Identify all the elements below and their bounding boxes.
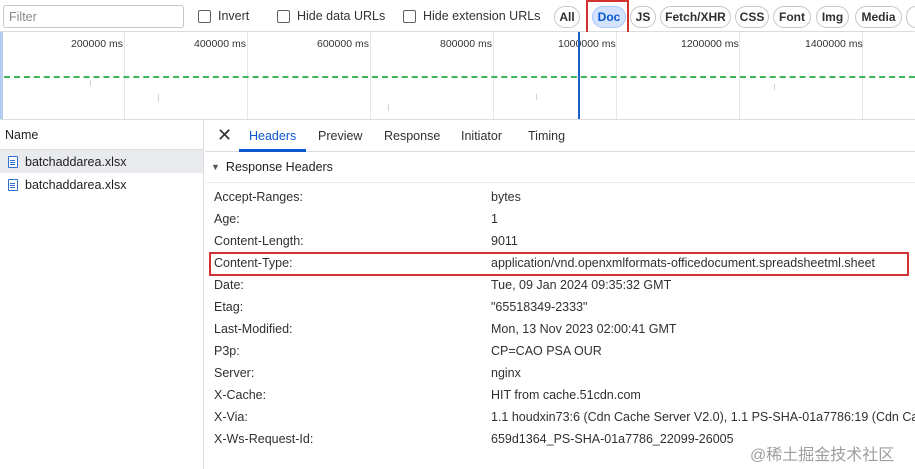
timeline-current-marker <box>578 32 580 119</box>
header-row: X-Cache: HIT from cache.51cdn.com <box>205 384 915 406</box>
timeline-activity-mark <box>388 104 389 111</box>
header-row: X-Via: 1.1 houdxin73:6 (Cdn Cache Server… <box>205 406 915 428</box>
header-name: Accept-Ranges: <box>214 190 303 204</box>
header-name: X-Ws-Request-Id: <box>214 432 314 446</box>
tab-response[interactable]: Response <box>384 129 440 143</box>
active-tab-indicator <box>239 149 306 152</box>
header-name: Last-Modified: <box>214 322 293 336</box>
header-row: Last-Modified: Mon, 13 Nov 2023 02:00:41… <box>205 318 915 340</box>
timeline-tick: 200000 ms <box>71 38 123 50</box>
header-name: P3p: <box>214 344 240 358</box>
filter-css-button[interactable]: CSS <box>735 6 769 28</box>
header-name: X-Cache: <box>214 388 267 402</box>
header-row: Accept-Ranges: bytes <box>205 186 915 208</box>
filter-input[interactable] <box>3 5 184 28</box>
tab-preview[interactable]: Preview <box>318 129 362 143</box>
request-name: batchaddarea.xlsx <box>25 177 127 192</box>
invert-checkbox[interactable]: Invert <box>198 8 249 24</box>
network-overview-timeline[interactable]: 200000 ms 400000 ms 600000 ms 800000 ms … <box>0 32 915 120</box>
timeline-activity-mark <box>536 94 537 100</box>
hide-data-urls-checkbox-box[interactable] <box>277 9 290 23</box>
header-name: Content-Length: <box>214 234 304 248</box>
header-row: Etag: "65518349-2333" <box>205 296 915 318</box>
watermark: @稀土掘金技术社区 <box>750 447 895 464</box>
detail-tab-bar: ✕ Headers Preview Response Initiator Tim… <box>205 120 915 152</box>
header-value: "65518349-2333" <box>491 300 588 314</box>
header-row: Date: Tue, 09 Jan 2024 09:35:32 GMT <box>205 274 915 296</box>
header-value: 659d1364_PS-SHA-01a7786_22099-26005 <box>491 432 734 446</box>
request-name: batchaddarea.xlsx <box>25 154 127 169</box>
tab-initiator[interactable]: Initiator <box>461 129 502 143</box>
overview-left-handle[interactable] <box>0 32 3 119</box>
header-name: Date: <box>214 278 244 292</box>
header-name: Server: <box>214 366 255 380</box>
section-title: Response Headers <box>225 160 333 174</box>
header-row: P3p: CP=CAO PSA OUR <box>205 340 915 362</box>
hide-extension-urls-label: Hide extension URLs <box>423 9 541 23</box>
response-headers-section-toggle[interactable]: ▼ Response Headers <box>205 152 915 183</box>
header-value: HIT from cache.51cdn.com <box>491 388 641 402</box>
timeline-activity-mark <box>158 94 159 102</box>
timeline-tick: 1200000 ms <box>681 38 739 50</box>
tab-headers[interactable]: Headers <box>249 129 296 143</box>
filter-js-button[interactable]: JS <box>630 6 656 28</box>
content-type-highlight-box <box>209 252 909 276</box>
header-value: 9011 <box>491 234 518 248</box>
triangle-down-icon: ▼ <box>211 162 220 172</box>
header-name: Age: <box>214 212 240 226</box>
close-icon[interactable]: ✕ <box>217 125 232 146</box>
invert-checkbox-box[interactable] <box>198 9 211 23</box>
header-row: Age: 1 <box>205 208 915 230</box>
filter-all-button[interactable]: All <box>554 6 580 28</box>
timeline-tick: 600000 ms <box>317 38 369 50</box>
timeline-dom-content-line <box>4 76 915 78</box>
hide-extension-urls-checkbox-box[interactable] <box>403 9 416 23</box>
header-value: CP=CAO PSA OUR <box>491 344 602 358</box>
timeline-tick: 800000 ms <box>440 38 492 50</box>
filter-font-button[interactable]: Font <box>773 6 811 28</box>
request-row[interactable]: batchaddarea.xlsx <box>0 150 203 173</box>
header-value: 1 <box>491 212 498 226</box>
header-value: nginx <box>491 366 521 380</box>
header-value: bytes <box>491 190 521 204</box>
header-value: Tue, 09 Jan 2024 09:35:32 GMT <box>491 278 672 292</box>
request-row[interactable]: batchaddarea.xlsx <box>0 173 203 196</box>
header-row: Server: nginx <box>205 362 915 384</box>
timeline-activity-mark <box>774 84 775 90</box>
network-filter-bar: Invert Hide data URLs Hide extension URL… <box>0 0 915 44</box>
invert-label: Invert <box>218 9 250 23</box>
timeline-activity-mark <box>90 80 91 86</box>
filter-fetch-xhr-button[interactable]: Fetch/XHR <box>660 6 731 28</box>
name-column-header[interactable]: Name <box>0 120 203 150</box>
header-name: Etag: <box>214 300 244 314</box>
hide-data-urls-label: Hide data URLs <box>297 9 386 23</box>
header-name: X-Via: <box>214 410 248 424</box>
request-list: Name batchaddarea.xlsx batchaddarea.xlsx <box>0 120 204 469</box>
document-icon <box>8 155 18 168</box>
timeline-tick: 1400000 ms <box>805 38 863 50</box>
filter-img-button[interactable]: Img <box>816 6 849 28</box>
tab-timing[interactable]: Timing <box>528 129 565 143</box>
timeline-tick: 400000 ms <box>194 38 246 50</box>
request-detail-pane: ✕ Headers Preview Response Initiator Tim… <box>205 120 915 469</box>
document-icon <box>8 178 18 191</box>
header-row: Content-Length: 9011 <box>205 230 915 252</box>
hide-data-urls-checkbox[interactable]: Hide data URLs <box>277 8 385 24</box>
filter-media-button[interactable]: Media <box>855 6 902 28</box>
header-value: 1.1 houdxin73:6 (Cdn Cache Server V2.0),… <box>491 410 915 424</box>
filter-more-button[interactable] <box>906 6 915 28</box>
timeline-tick: 1000000 ms <box>558 38 616 50</box>
hide-extension-urls-checkbox[interactable]: Hide extension URLs <box>403 8 540 24</box>
header-value: Mon, 13 Nov 2023 02:00:41 GMT <box>491 322 677 336</box>
